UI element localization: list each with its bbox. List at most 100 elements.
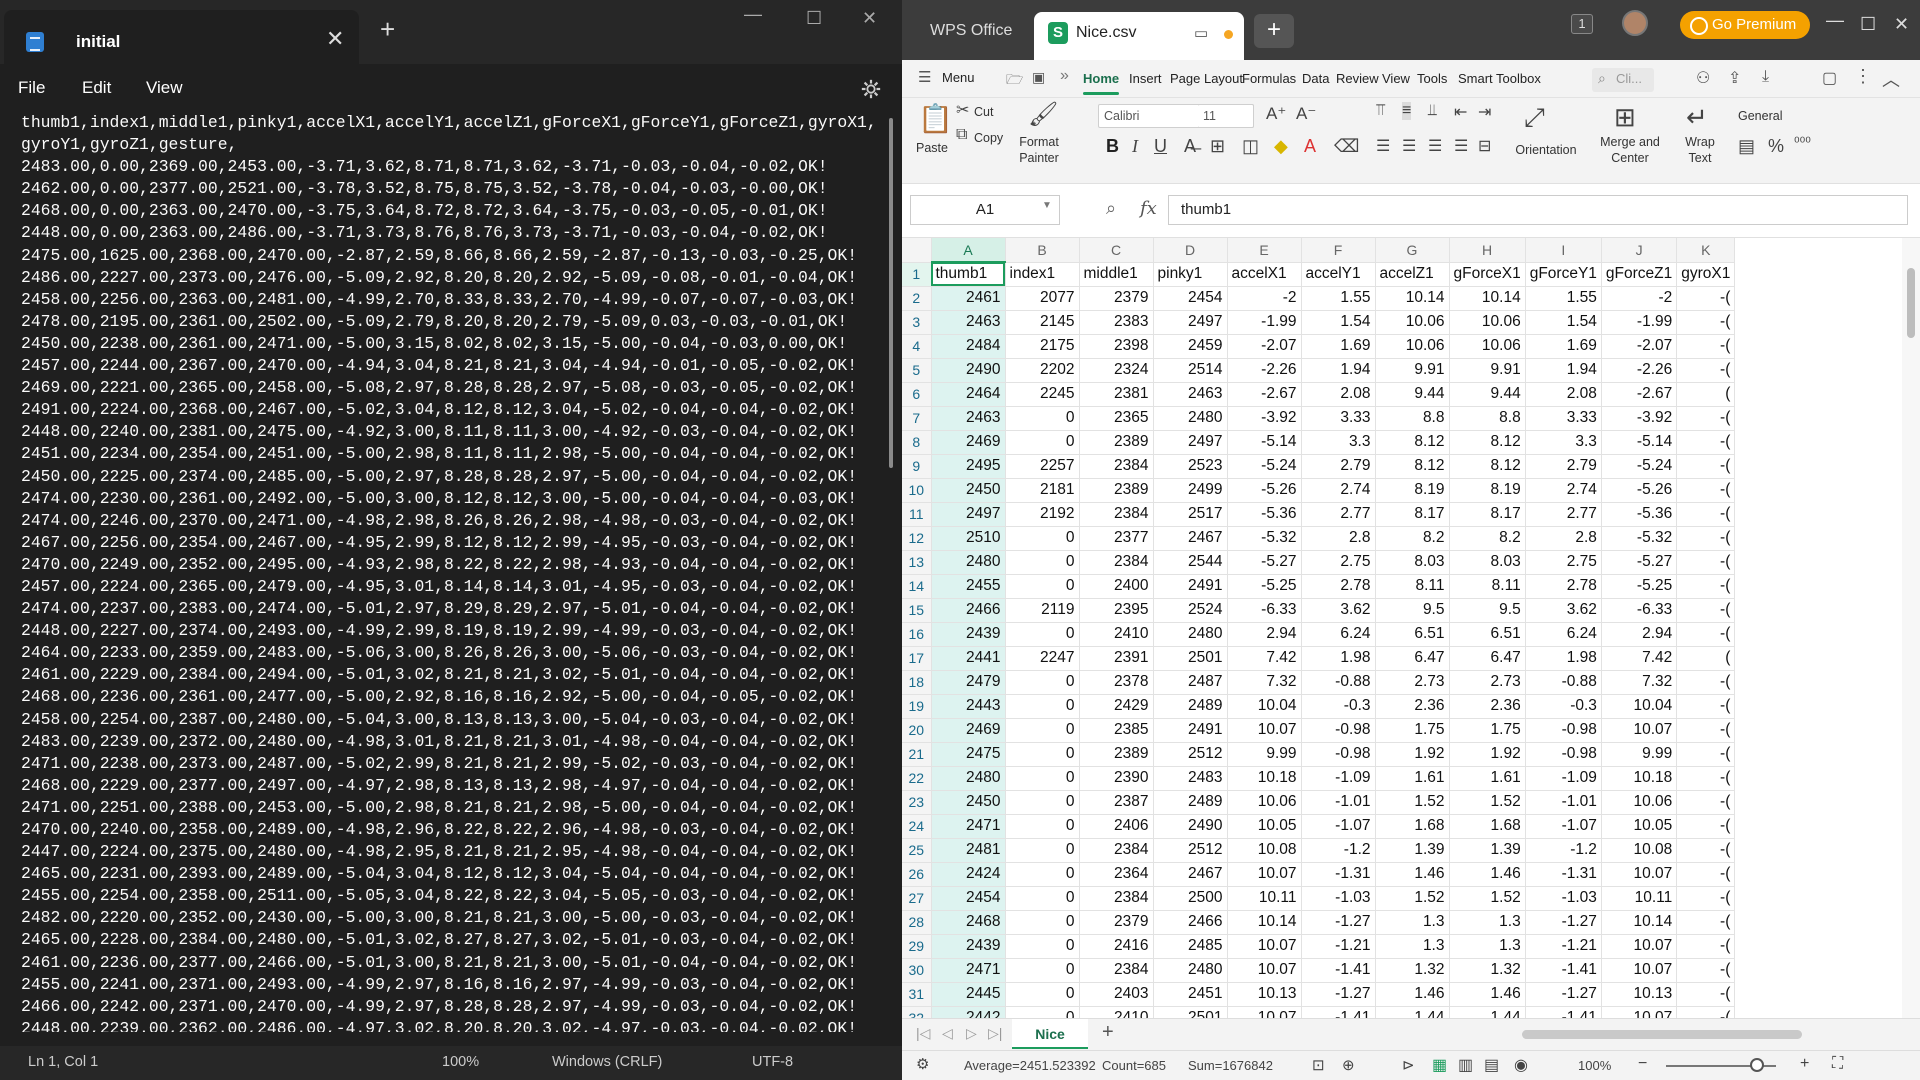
increase-indent-icon[interactable]: ⇥	[1478, 102, 1491, 122]
cell[interactable]: 10.14	[1601, 910, 1678, 935]
cell[interactable]: 1.3	[1449, 934, 1526, 959]
cell[interactable]: -5.27	[1227, 550, 1302, 575]
cell[interactable]: -5.32	[1601, 526, 1678, 551]
zoom-out-icon[interactable]: −	[1638, 1055, 1647, 1073]
settings-gear-icon[interactable]	[860, 78, 882, 100]
cell[interactable]: -(	[1676, 574, 1736, 599]
cell[interactable]: 2.08	[1525, 382, 1602, 407]
cell[interactable]: -5.36	[1227, 502, 1302, 527]
minimize-icon[interactable]: —	[744, 4, 762, 25]
cell[interactable]: 2379	[1079, 286, 1154, 311]
cell[interactable]: -(	[1676, 622, 1736, 647]
cell[interactable]: 0	[1005, 790, 1080, 815]
row-header[interactable]: 4	[902, 334, 932, 359]
cell[interactable]: 2524	[1153, 598, 1228, 623]
cell[interactable]: 2480	[1153, 406, 1228, 431]
comment-icon[interactable]: ▢	[1822, 68, 1837, 88]
save-icon[interactable]: ▣	[1032, 69, 1045, 86]
cell[interactable]: 2387	[1079, 790, 1154, 815]
cell[interactable]: -(	[1676, 766, 1736, 791]
cell[interactable]: 1.52	[1375, 790, 1450, 815]
cell[interactable]: -1.41	[1525, 1006, 1602, 1018]
cell[interactable]: 2454	[1153, 286, 1228, 311]
copy-icon[interactable]: ⧉	[956, 126, 967, 144]
cell[interactable]: 1.61	[1375, 766, 1450, 791]
tab-formulas[interactable]: Formulas	[1242, 71, 1296, 86]
cell[interactable]: -(	[1676, 862, 1736, 887]
cell[interactable]: 1.46	[1375, 862, 1450, 887]
cell[interactable]: -2.26	[1601, 358, 1678, 383]
wrap-label-1[interactable]: Wrap	[1676, 134, 1724, 150]
column-header-a[interactable]: A	[931, 238, 1006, 263]
fill-effects-icon[interactable]: ◫	[1242, 136, 1259, 157]
cell[interactable]: 2469	[931, 430, 1006, 455]
cell[interactable]: -2	[1227, 286, 1302, 311]
cell[interactable]: 2455	[931, 574, 1006, 599]
cell[interactable]: 2499	[1153, 478, 1228, 503]
cell[interactable]: 6.24	[1525, 622, 1602, 647]
cell[interactable]: -5.26	[1227, 478, 1302, 503]
cell[interactable]: 1.75	[1375, 718, 1450, 743]
cell[interactable]: 2384	[1079, 502, 1154, 527]
cell[interactable]: 2389	[1079, 478, 1154, 503]
collapse-ribbon-icon[interactable]: ︿	[1882, 66, 1900, 92]
cell[interactable]: 2384	[1079, 838, 1154, 863]
cell[interactable]: 2389	[1079, 430, 1154, 455]
cell[interactable]: index1	[1005, 262, 1080, 287]
row-header[interactable]: 25	[902, 838, 932, 863]
row-header[interactable]: 24	[902, 814, 932, 839]
cell[interactable]: 10.04	[1227, 694, 1302, 719]
scroll-thumb[interactable]	[1907, 268, 1915, 338]
cell[interactable]: -3.92	[1601, 406, 1678, 431]
cell[interactable]: 2245	[1005, 382, 1080, 407]
row-header[interactable]: 14	[902, 574, 932, 599]
cell[interactable]: 3.33	[1525, 406, 1602, 431]
cell[interactable]: 2.79	[1301, 454, 1376, 479]
status-zoom[interactable]: 100%	[1578, 1058, 1611, 1073]
cell[interactable]: -6.33	[1601, 598, 1678, 623]
cell[interactable]: 2501	[1153, 1006, 1228, 1018]
notepad-tab[interactable]: initial ✕	[4, 10, 359, 64]
increase-font-icon[interactable]: A⁺	[1266, 104, 1286, 124]
cell[interactable]: -(	[1676, 958, 1736, 983]
cell[interactable]: 1.92	[1449, 742, 1526, 767]
cell[interactable]: -1.27	[1525, 910, 1602, 935]
cell[interactable]: -1.21	[1525, 934, 1602, 959]
notepad-scrollbar[interactable]	[889, 118, 893, 468]
cell[interactable]: 6.47	[1375, 646, 1450, 671]
orientation-icon[interactable]: ⤢	[1524, 102, 1545, 134]
cell[interactable]: 2175	[1005, 334, 1080, 359]
cell[interactable]: 2365	[1079, 406, 1154, 431]
cell[interactable]: 10.18	[1227, 766, 1302, 791]
cell[interactable]: -5.25	[1601, 574, 1678, 599]
cell[interactable]: -1.31	[1301, 862, 1376, 887]
cell[interactable]: 2481	[931, 838, 1006, 863]
cell[interactable]: -0.3	[1301, 694, 1376, 719]
cell[interactable]: 2.78	[1301, 574, 1376, 599]
cell[interactable]: 10.05	[1601, 814, 1678, 839]
cell[interactable]: 2429	[1079, 694, 1154, 719]
cell[interactable]: 2461	[931, 286, 1006, 311]
cell[interactable]: accelY1	[1301, 262, 1376, 287]
italic-icon[interactable]: I	[1132, 136, 1138, 157]
cell[interactable]: thumb1	[931, 262, 1006, 287]
cell[interactable]: 2424	[931, 862, 1006, 887]
cell[interactable]: 2384	[1079, 886, 1154, 911]
cell[interactable]: -(	[1676, 742, 1736, 767]
cell[interactable]: 10.11	[1601, 886, 1678, 911]
cell[interactable]: 1.52	[1449, 886, 1526, 911]
cell[interactable]: 2450	[931, 478, 1006, 503]
cell[interactable]: -5.24	[1601, 454, 1678, 479]
cell[interactable]: 8.03	[1375, 550, 1450, 575]
cell[interactable]: -(	[1676, 694, 1736, 719]
next-sheet-icon[interactable]: ▷	[966, 1025, 977, 1042]
cell[interactable]: 2439	[931, 934, 1006, 959]
cell[interactable]: 2523	[1153, 454, 1228, 479]
column-header-b[interactable]: B	[1005, 238, 1080, 263]
cell[interactable]: -(	[1676, 358, 1736, 383]
cell[interactable]: 2398	[1079, 334, 1154, 359]
wrap-label-2[interactable]: Text	[1676, 150, 1724, 166]
cell[interactable]: 2441	[931, 646, 1006, 671]
cell[interactable]: 2490	[931, 358, 1006, 383]
page-break-icon[interactable]: ▥	[1458, 1055, 1473, 1075]
